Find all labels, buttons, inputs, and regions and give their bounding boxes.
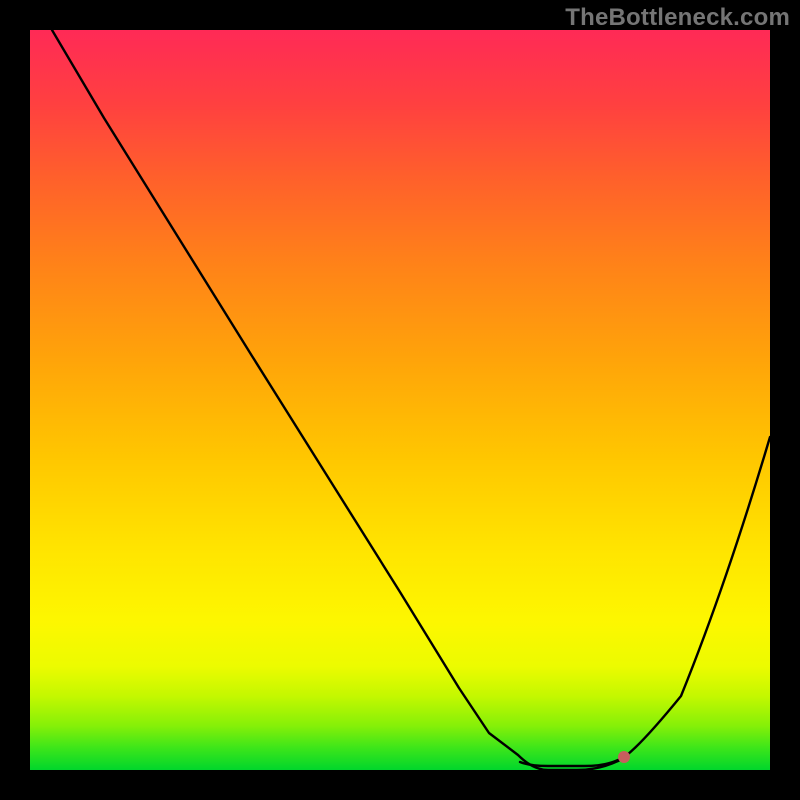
optimal-range-end-dot — [618, 751, 630, 763]
plot-area — [30, 30, 770, 770]
optimal-range-marker — [520, 760, 618, 766]
chart-container: TheBottleneck.com — [0, 0, 800, 800]
bottleneck-curve-line — [52, 30, 770, 770]
bottleneck-curve-svg — [30, 30, 770, 770]
attribution-text: TheBottleneck.com — [565, 4, 790, 32]
